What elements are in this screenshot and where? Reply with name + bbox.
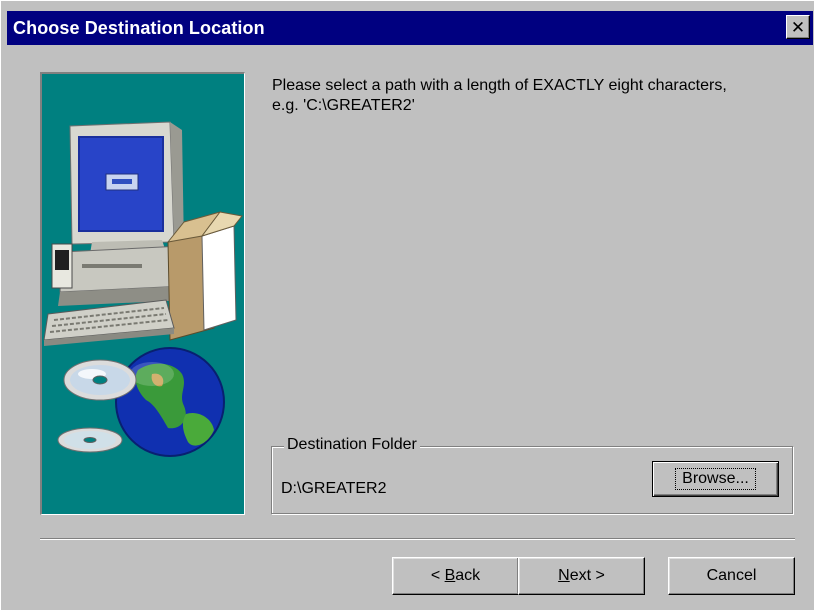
software-box-icon — [166, 211, 243, 341]
computer-monitor-icon — [69, 121, 184, 254]
destination-path: D:\GREATER2 — [281, 480, 387, 497]
back-button-label: < Back — [430, 567, 481, 584]
cancel-button[interactable]: Cancel — [668, 557, 795, 595]
next-button-label: Next > — [558, 567, 605, 584]
globe-icon — [115, 347, 225, 457]
title-bar[interactable]: Choose Destination Location ✕ — [7, 11, 813, 45]
dialog-title: Choose Destination Location — [13, 18, 265, 38]
back-button[interactable]: < Back — [392, 557, 519, 595]
browse-button[interactable]: Browse... — [652, 461, 779, 497]
browse-button-label: Browse... — [675, 468, 756, 490]
setup-illustration — [40, 72, 245, 515]
close-button[interactable]: ✕ — [786, 15, 810, 39]
instruction-line-2: e.g. 'C:\GREATER2' — [272, 97, 415, 114]
instruction-line-1: Please select a path with a length of EX… — [272, 77, 727, 94]
setup-dialog: Choose Destination Location ✕ Please sel… — [0, 0, 814, 610]
system-unit-icon — [51, 243, 188, 306]
button-separator — [40, 538, 795, 540]
keyboard-icon — [43, 299, 175, 346]
illustration-art — [43, 121, 243, 457]
instruction-text: Please select a path with a length of EX… — [272, 76, 802, 116]
destination-folder-label: Destination Folder — [284, 436, 420, 454]
cancel-button-label: Cancel — [706, 567, 757, 584]
next-button[interactable]: Next > — [518, 557, 645, 595]
close-icon: ✕ — [790, 17, 806, 37]
destination-folder-group: Destination Folder D:\GREATER2 Browse... — [271, 436, 793, 514]
